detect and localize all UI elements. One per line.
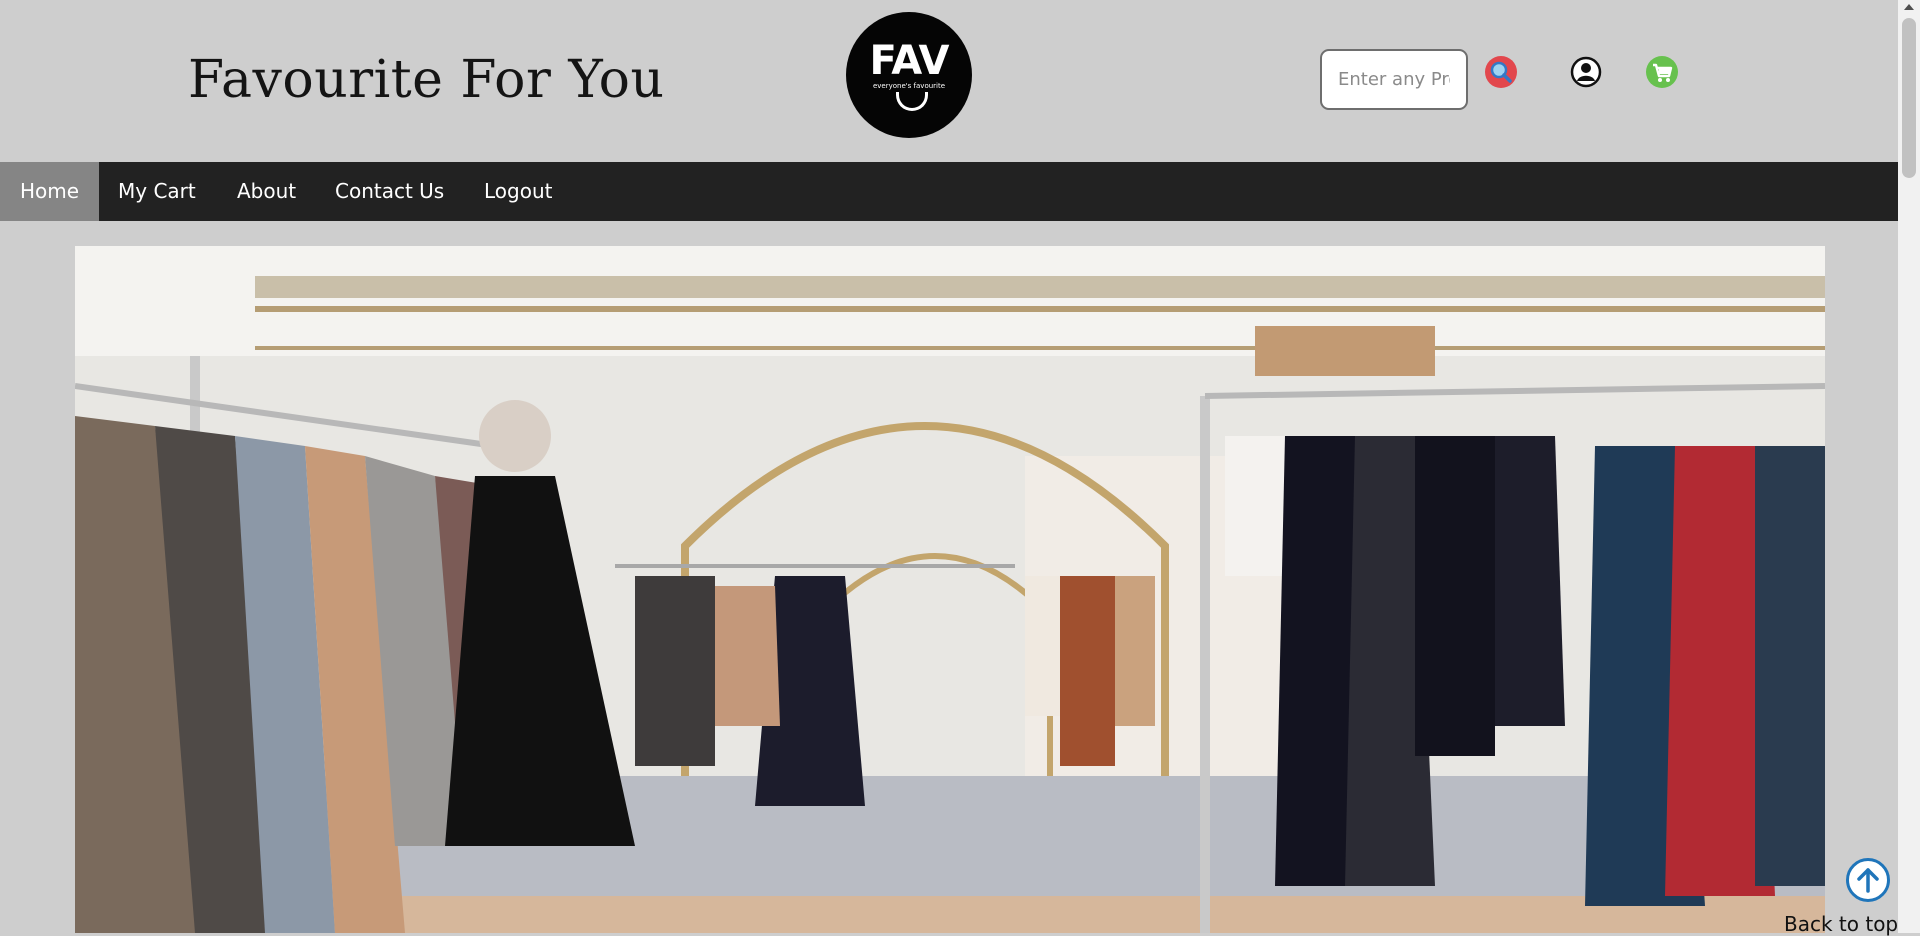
nav-item-logout[interactable]: Logout (484, 162, 552, 221)
search-input[interactable] (1320, 49, 1468, 110)
logo-smile-icon (896, 92, 928, 111)
scroll-up-arrow-icon[interactable] (1904, 4, 1914, 10)
scroll-thumb[interactable] (1902, 18, 1916, 178)
back-to-top-button[interactable] (1846, 858, 1890, 902)
search-icon (1490, 61, 1512, 83)
back-to-top-label[interactable]: Back to top (1784, 912, 1898, 936)
logo-tagline: everyone's favourite (872, 82, 946, 90)
nav-item-contact-us[interactable]: Contact Us (335, 162, 444, 221)
site-header: Favourite For You FAV everyone's favouri… (0, 0, 1898, 162)
brand-logo[interactable]: FAV everyone's favourite (846, 12, 972, 138)
logo-mark: FAV (869, 38, 950, 84)
nav-item-about[interactable]: About (237, 162, 296, 221)
page-scrollbar[interactable] (1898, 0, 1920, 933)
search-button[interactable] (1485, 56, 1517, 88)
nav-item-home[interactable]: Home (0, 162, 99, 221)
main-nav: Home My Cart About Contact Us Logout (0, 162, 1898, 221)
boutique-store-photo (75, 246, 1825, 933)
arrow-up-circle-icon (1857, 868, 1879, 893)
cart-button[interactable] (1646, 56, 1678, 88)
hero-banner-image (75, 246, 1825, 933)
nav-item-my-cart[interactable]: My Cart (118, 162, 196, 221)
account-button[interactable] (1570, 56, 1602, 88)
site-title: Favourite For You (188, 50, 665, 110)
cart-icon (1653, 63, 1673, 82)
user-icon (1570, 56, 1602, 88)
